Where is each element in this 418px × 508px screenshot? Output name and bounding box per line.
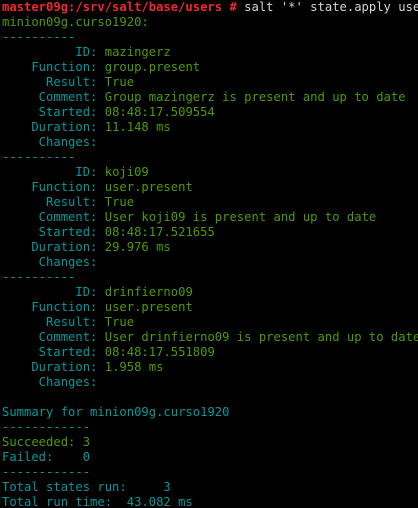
state-duration-line: Duration: 29.976 ms [2, 240, 418, 255]
state-duration-line: Duration: 11.148 ms [2, 120, 418, 135]
id-value: mazingerz [104, 45, 171, 59]
state-id-line: ID: mazingerz [2, 45, 418, 60]
separator: ---------- [2, 30, 76, 44]
started-value: 08:48:17.509554 [104, 105, 215, 119]
duration-label: Duration: [2, 360, 105, 374]
duration-label: Duration: [2, 120, 105, 134]
summary-succeeded: Succeeded: 3 [2, 435, 91, 449]
state-duration-line: Duration: 1.958 ms [2, 360, 418, 375]
comment-value: User drinfierno09 is present and up to d… [104, 330, 418, 344]
started-label: Started: [2, 345, 105, 359]
result-label: Result: [2, 315, 105, 329]
summary-failed: Failed: 0 [2, 450, 418, 465]
comment-label: Comment: [2, 330, 105, 344]
result-label: Result: [2, 195, 105, 209]
state-changes-line: Changes: [2, 375, 418, 390]
comment-value: User koji09 is present and up to date [104, 210, 377, 224]
state-comment-line: Comment: User koji09 is present and up t… [2, 210, 418, 225]
comment-value: Group mazingerz is present and up to dat… [104, 90, 406, 104]
state-changes-line: Changes: [2, 135, 418, 150]
terminal-window[interactable]: master09g:/srv/salt/base/users # salt '*… [2, 0, 418, 508]
state-function-line: Function: group.present [2, 60, 418, 75]
id-label: ID: [2, 285, 105, 299]
changes-label: Changes: [2, 135, 98, 149]
state-function-line: Function: user.present [2, 300, 418, 315]
state-result-line: Result: True [2, 75, 418, 90]
state-id-line: ID: koji09 [2, 165, 418, 180]
prompt-line: master09g:/srv/salt/base/users # salt '*… [2, 0, 418, 15]
command-text: salt '*' state.apply users [244, 0, 418, 14]
function-value: user.present [104, 300, 193, 314]
shell-prompt: master09g:/srv/salt/base/users # [2, 0, 245, 14]
id-label: ID: [2, 165, 105, 179]
state-comment-line: Comment: Group mazingerz is present and … [2, 90, 418, 105]
state-function-line: Function: user.present [2, 180, 418, 195]
duration-value: 1.958 ms [104, 360, 164, 374]
result-value: True [104, 75, 135, 89]
state-changes-line: Changes: [2, 255, 418, 270]
separator: ---------- [2, 150, 76, 164]
summary-title: Summary for minion09g.curso1920 [2, 405, 230, 419]
state-comment-line: Comment: User drinfierno09 is present an… [2, 330, 418, 345]
started-label: Started: [2, 225, 105, 239]
started-label: Started: [2, 105, 105, 119]
result-value: True [104, 315, 135, 329]
id-value: koji09 [104, 165, 149, 179]
separator: ---------- [2, 270, 76, 284]
state-result-line: Result: True [2, 315, 418, 330]
started-value: 08:48:17.521655 [104, 225, 215, 239]
function-value: user.present [104, 180, 193, 194]
id-value: drinfierno09 [104, 285, 193, 299]
duration-label: Duration: [2, 240, 105, 254]
state-result-line: Result: True [2, 195, 418, 210]
summary-total-time: Total run time: 43.082 ms [2, 495, 193, 508]
id-label: ID: [2, 45, 105, 59]
state-started-line: Started: 08:48:17.521655 [2, 225, 418, 240]
state-started-line: Started: 08:48:17.509554 [2, 105, 418, 120]
failed-value: 0 [82, 450, 91, 464]
function-label: Function: [2, 180, 105, 194]
started-value: 08:48:17.551809 [104, 345, 215, 359]
minion-header: minion09g.curso1920: [2, 15, 149, 29]
result-value: True [104, 195, 135, 209]
state-id-line: ID: drinfierno09 [2, 285, 418, 300]
summary-separator: ------------ [2, 420, 91, 434]
function-label: Function: [2, 300, 105, 314]
result-label: Result: [2, 75, 105, 89]
function-label: Function: [2, 60, 105, 74]
state-started-line: Started: 08:48:17.551809 [2, 345, 418, 360]
changes-label: Changes: [2, 375, 98, 389]
duration-value: 11.148 ms [104, 120, 171, 134]
comment-label: Comment: [2, 90, 105, 104]
changes-label: Changes: [2, 255, 98, 269]
summary-total-states: Total states run: 3 [2, 480, 171, 494]
failed-label: Failed: [2, 450, 83, 464]
summary-separator: ------------ [2, 465, 91, 479]
function-value: group.present [104, 60, 201, 74]
comment-label: Comment: [2, 210, 105, 224]
duration-value: 29.976 ms [104, 240, 171, 254]
